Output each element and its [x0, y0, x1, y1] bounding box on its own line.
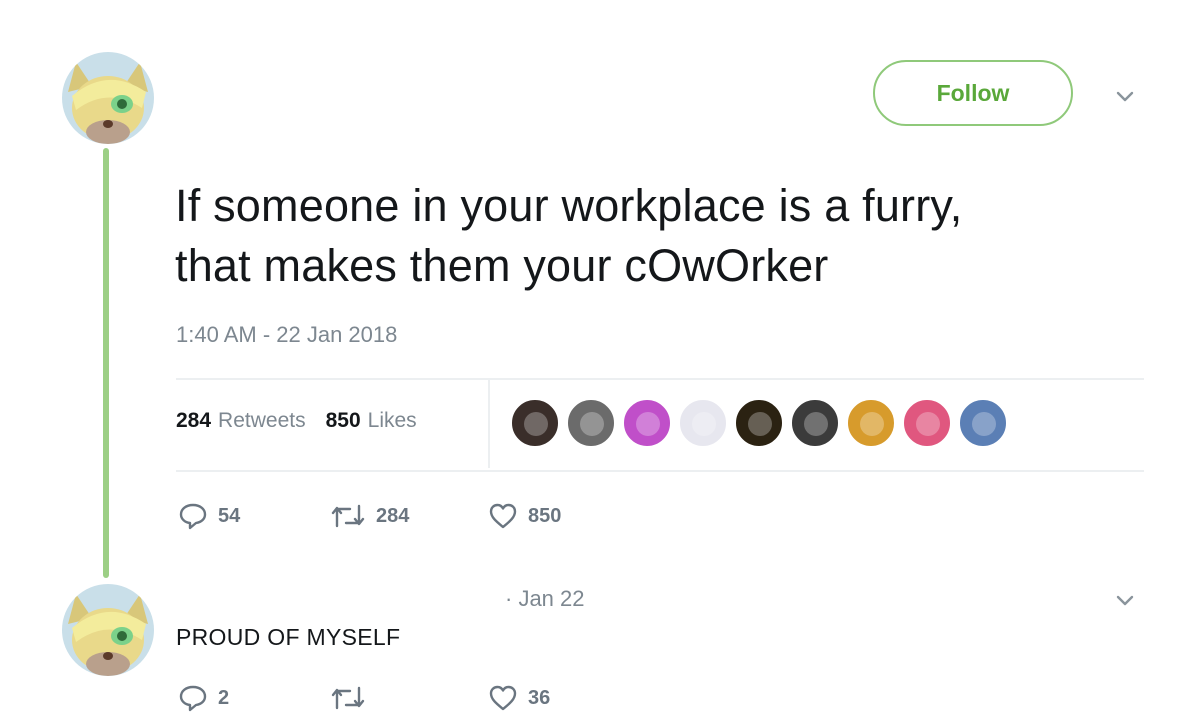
- likes-stat[interactable]: 850 Likes: [326, 409, 417, 433]
- liker-avatar-8[interactable]: [902, 398, 952, 448]
- avatar-face: [804, 412, 828, 436]
- reply-count: 54: [218, 504, 241, 527]
- liker-avatar-3[interactable]: [622, 398, 672, 448]
- chevron-down-icon[interactable]: [1114, 86, 1136, 108]
- liker-avatar-4[interactable]: [678, 398, 728, 448]
- reply-action[interactable]: 54: [178, 502, 240, 530]
- chevron-down-icon[interactable]: [1114, 590, 1136, 612]
- tweet-text-line-2: that makes them your cOwOrker: [175, 240, 829, 291]
- reply-author-avatar[interactable]: [62, 584, 154, 676]
- retweets-label: Retweets: [218, 409, 306, 432]
- stats-top-divider: [176, 378, 1144, 380]
- tweet-text: If someone in your workplace is a furry,…: [175, 176, 1135, 296]
- reply-reply-count: 2: [218, 686, 230, 709]
- avatar-face: [636, 412, 660, 436]
- retweet-icon: [331, 504, 365, 528]
- liker-avatar-1[interactable]: [510, 398, 560, 448]
- stats-vertical-divider: [488, 380, 490, 468]
- author-avatar[interactable]: [62, 52, 154, 144]
- reply-icon: [179, 685, 207, 712]
- reply-text: PROUD OF MYSELF: [176, 624, 401, 650]
- heart-icon: [489, 503, 517, 529]
- likes-count: 850: [325, 409, 361, 432]
- liker-avatar-2[interactable]: [566, 398, 616, 448]
- reply-reply-action[interactable]: 2: [178, 684, 229, 712]
- reply-timestamp[interactable]: · Jan 22: [505, 586, 585, 612]
- like-count: 850: [528, 504, 562, 527]
- avatar-face: [972, 412, 996, 436]
- avatar-face: [916, 412, 940, 436]
- tweet-stats: 284 Retweets 850 Likes: [176, 409, 417, 433]
- avatar-face: [748, 412, 772, 436]
- tweet-text-line-1: If someone in your workplace is a furry,: [175, 180, 963, 231]
- retweet-count: 284: [376, 504, 410, 527]
- reply-like-action[interactable]: 36: [488, 684, 550, 712]
- stats-bottom-divider: [176, 470, 1144, 472]
- heart-icon: [489, 685, 517, 711]
- retweets-stat[interactable]: 284 Retweets: [176, 409, 306, 433]
- retweet-action[interactable]: 284: [330, 502, 409, 530]
- tweet-timestamp[interactable]: 1:40 AM - 22 Jan 2018: [176, 322, 397, 348]
- liker-avatar-6[interactable]: [790, 398, 840, 448]
- liker-avatar-5[interactable]: [734, 398, 784, 448]
- avatar-face: [580, 412, 604, 436]
- avatar-face: [524, 412, 548, 436]
- liker-avatars: [510, 398, 1014, 448]
- liker-avatar-9[interactable]: [958, 398, 1008, 448]
- thread-connector-line: [103, 148, 109, 578]
- avatar-face: [692, 412, 716, 436]
- follow-button[interactable]: Follow: [873, 60, 1073, 126]
- reply-retweet-action[interactable]: [330, 684, 376, 712]
- liker-avatar-7[interactable]: [846, 398, 896, 448]
- likes-label: Likes: [367, 409, 417, 432]
- retweet-icon: [331, 686, 365, 710]
- retweets-count: 284: [176, 409, 212, 432]
- reply-icon: [179, 503, 207, 530]
- reply-like-count: 36: [528, 686, 551, 709]
- avatar-face: [860, 412, 884, 436]
- like-action[interactable]: 850: [488, 502, 561, 530]
